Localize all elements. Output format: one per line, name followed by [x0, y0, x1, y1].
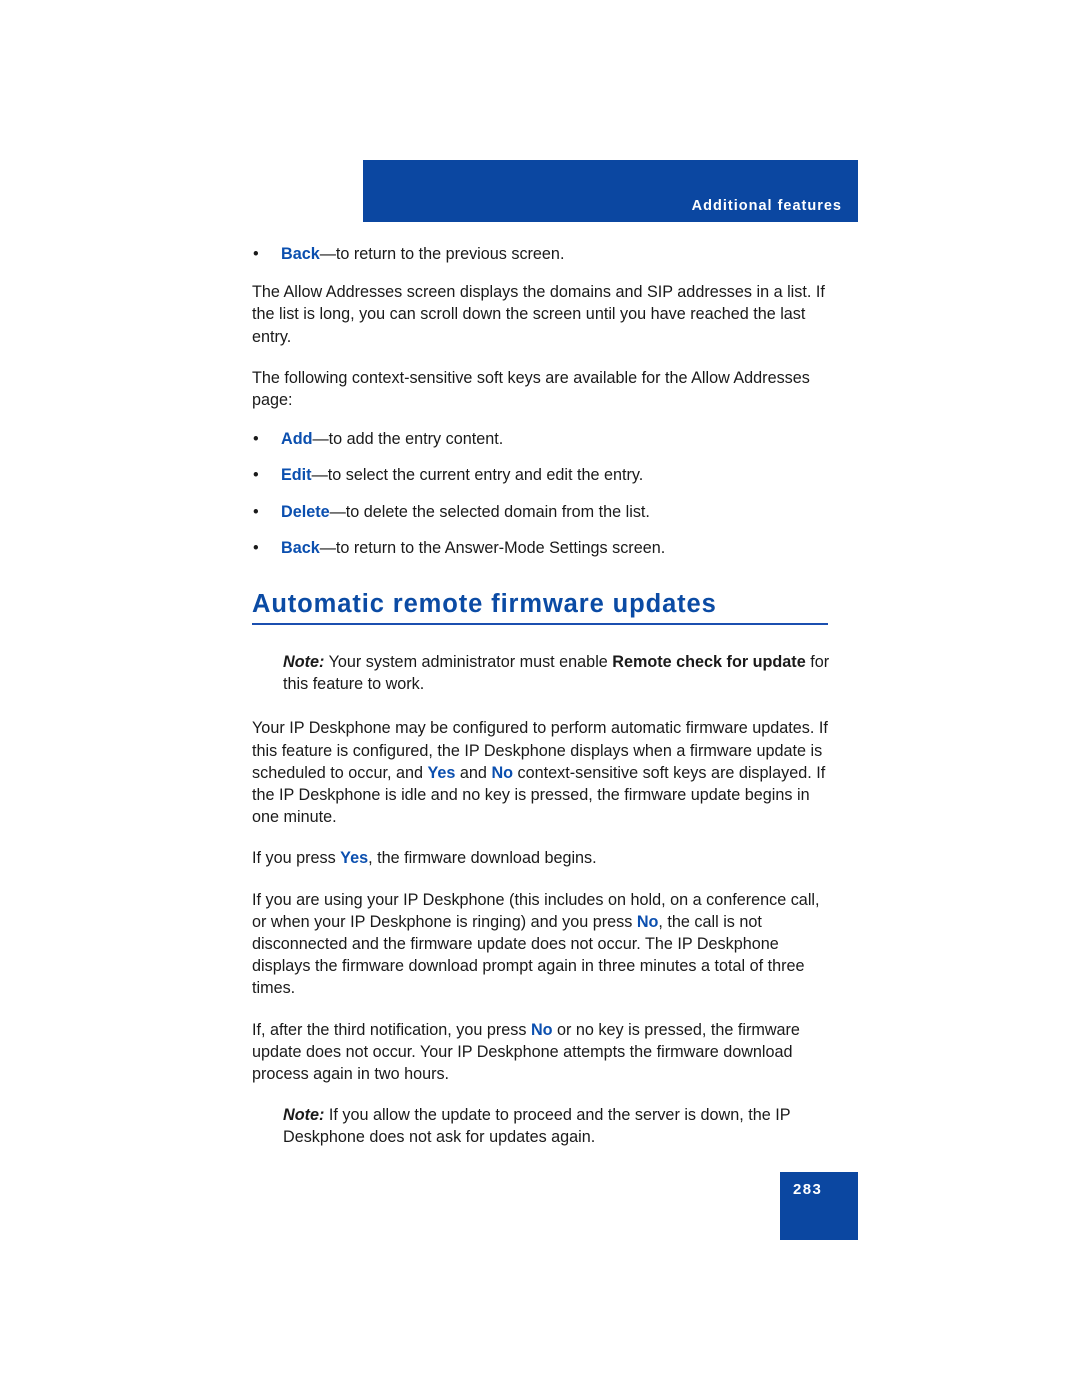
document-content: • Back—to return to the previous screen.… [252, 243, 838, 1171]
section-heading-block: Automatic remote firmware updates [252, 589, 838, 626]
bullet-dot-icon: • [253, 502, 259, 521]
heading-underline-rule [252, 623, 828, 626]
softkey-bullet-list: • Add—to add the entry content. • Edit—t… [252, 428, 838, 559]
list-item: • Edit—to select the current entry and e… [252, 464, 838, 486]
softkey-label-delete: Delete [281, 502, 330, 521]
softkey-label-yes: Yes [340, 849, 369, 868]
list-item: • Delete—to delete the selected domain f… [252, 501, 838, 523]
note-label: Note: [283, 653, 325, 672]
bullet-dot-icon: • [253, 538, 259, 557]
page-header-title: Additional features [691, 198, 842, 214]
paragraph-press-yes: If you press Yes, the firmware download … [252, 847, 838, 869]
page-number: 283 [793, 1181, 823, 1198]
page-header-banner: Additional features [363, 160, 858, 222]
softkey-label-add: Add [281, 430, 313, 449]
paragraph-segment: , the firmware download begins. [368, 849, 597, 868]
note-bold-phrase: Remote check for update [612, 653, 806, 672]
bullet-dot-icon: • [253, 466, 259, 485]
paragraph-phone-in-use: If you are using your IP Deskphone (this… [252, 889, 838, 1000]
paragraph-third-notification: If, after the third notification, you pr… [252, 1019, 838, 1086]
list-item: • Back—to return to the Answer-Mode Sett… [252, 537, 838, 559]
list-item-text: —to return to the previous screen. [319, 245, 565, 263]
note-text: If you allow the update to proceed and t… [283, 1106, 791, 1147]
softkey-label-no: No [530, 1020, 553, 1039]
softkey-label-yes: Yes [427, 763, 456, 782]
list-item-text: —to add the entry content. [312, 430, 504, 449]
note-label: Note: [283, 1106, 325, 1125]
note-block-server-down: Note: If you allow the update to proceed… [252, 1104, 838, 1148]
paragraph-allow-addresses: The Allow Addresses screen displays the … [252, 283, 825, 346]
softkey-label-back: Back [281, 245, 320, 263]
paragraph-softkeys-intro: The following context-sensitive soft key… [252, 368, 810, 410]
top-bullet-list: • Back—to return to the previous screen. [252, 243, 838, 265]
softkey-label-no: No [636, 912, 659, 931]
bullet-dot-icon: • [253, 245, 259, 263]
bullet-dot-icon: • [253, 430, 259, 449]
list-item: • Add—to add the entry content. [252, 428, 838, 450]
page-number-box: 283 [780, 1172, 858, 1240]
list-item-text: —to select the current entry and edit th… [311, 466, 644, 485]
paragraph-segment: and [455, 763, 492, 782]
note-text-before: Your system administrator must enable [324, 653, 613, 672]
paragraph-auto-updates: Your IP Deskphone may be configured to p… [252, 717, 838, 828]
softkey-label-edit: Edit [281, 466, 312, 485]
paragraph-segment: If you press [252, 849, 341, 868]
paragraph-segment: If, after the third notification, you pr… [252, 1020, 531, 1039]
softkey-label-back: Back [281, 538, 320, 557]
list-item-text: —to delete the selected domain from the … [329, 502, 650, 521]
list-item: • Back—to return to the previous screen. [252, 243, 838, 265]
section-heading: Automatic remote firmware updates [252, 590, 717, 619]
softkey-label-no: No [491, 763, 514, 782]
note-block-remote-check: Note: Your system administrator must ena… [252, 651, 838, 695]
list-item-text: —to return to the Answer-Mode Settings s… [319, 538, 666, 557]
